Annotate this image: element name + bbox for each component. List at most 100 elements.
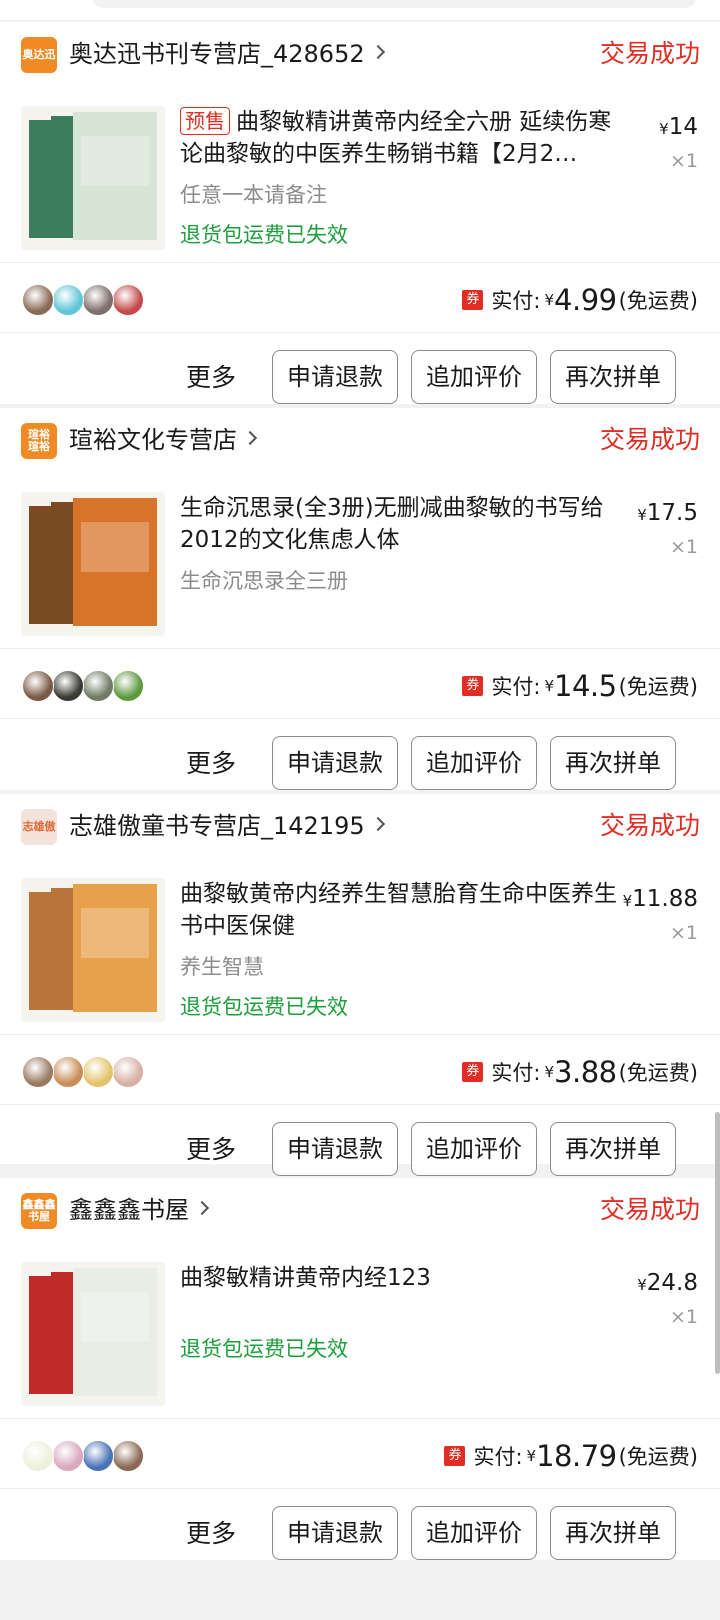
divider (0, 648, 720, 649)
store-name[interactable]: 志雄傲童书专营店_142195 (69, 808, 385, 844)
product-spec: 养生智慧 (180, 955, 264, 979)
add-review-button[interactable]: 追加评价 (411, 1122, 537, 1176)
freight-note: (免运费) (618, 1061, 698, 1085)
return-shipping-note: 退货包运费已失效 (180, 995, 348, 1019)
more-button[interactable]: 更多 (186, 360, 236, 396)
add-review-button[interactable]: 追加评价 (411, 350, 537, 404)
order-status: 交易成功 (599, 425, 700, 454)
product-image[interactable] (21, 1262, 165, 1406)
avatar (82, 670, 114, 702)
freight-note: (免运费) (618, 289, 698, 313)
coupon-badge: 券 (462, 290, 484, 310)
divider (0, 1418, 720, 1419)
product-title[interactable]: 曲黎敏黄帝内经养生智慧胎育生命中医养生书中医保健 (180, 878, 630, 942)
buy-again-button[interactable]: 再次拼单 (550, 1122, 676, 1176)
product-price: ¥17.5 (637, 500, 698, 526)
add-review-button[interactable]: 追加评价 (411, 736, 537, 790)
chevron-right-icon (242, 430, 258, 446)
paid-amount: 4.99 (554, 283, 617, 317)
paid-currency: ¥ (544, 1063, 555, 1081)
product-price: ¥14 (659, 114, 698, 140)
avatar (52, 670, 84, 702)
buy-again-button[interactable]: 再次拼单 (550, 350, 676, 404)
store-logo: 鑫鑫鑫 书屋 (21, 1193, 57, 1229)
product-image[interactable] (21, 492, 165, 636)
coupon-badge: 券 (444, 1446, 466, 1466)
scrollbar[interactable] (715, 1112, 720, 1374)
divider (0, 718, 720, 719)
payment-summary: 券 实付: ¥ 14.5 (免运费) (462, 668, 698, 704)
store-header[interactable]: 志雄傲 志雄傲童书专营店_142195 交易成功 (0, 794, 720, 854)
avatar (112, 1440, 144, 1472)
avatar (22, 284, 54, 316)
order-card: 奥达迅 奥达迅书刊专营店_428652 交易成功 预售 曲黎敏精讲黄帝内经全六册 … (0, 22, 720, 404)
more-button[interactable]: 更多 (186, 1516, 236, 1552)
store-header[interactable]: 瑄裕 瑄裕 瑄裕文化专营店 交易成功 (0, 408, 720, 468)
book-cover-icon (21, 492, 165, 636)
apply-refund-button[interactable]: 申请退款 (272, 350, 398, 404)
product-spec: 任意一本请备注 (180, 183, 327, 207)
buy-again-button[interactable]: 再次拼单 (550, 736, 676, 790)
product-title[interactable]: 生命沉思录(全3册)无删减曲黎敏的书写给2012的文化焦虑人体 (180, 492, 630, 556)
product-title[interactable]: 曲黎敏精讲黄帝内经123 (180, 1262, 630, 1294)
search-input[interactable] (92, 0, 696, 8)
freight-note: (免运费) (618, 1445, 698, 1469)
avatar (52, 1056, 84, 1088)
apply-refund-button[interactable]: 申请退款 (272, 1506, 398, 1560)
more-button[interactable]: 更多 (186, 746, 236, 782)
paid-amount: 14.5 (554, 669, 617, 703)
payment-summary: 券 实付: ¥ 4.99 (免运费) (462, 282, 698, 318)
product-image[interactable] (21, 878, 165, 1022)
product-quantity: ×1 (669, 536, 698, 558)
avatar (112, 670, 144, 702)
coupon-badge: 券 (462, 1062, 484, 1082)
chevron-right-icon (370, 816, 385, 832)
avatar (22, 670, 54, 702)
coupon-badge: 券 (462, 676, 484, 696)
avatar (82, 1440, 114, 1472)
paid-label: 实付: (491, 289, 541, 313)
group-buyer-avatars[interactable] (22, 1440, 162, 1474)
avatar (22, 1056, 54, 1088)
search-bar-area (0, 0, 720, 20)
paid-label: 实付: (473, 1445, 523, 1469)
payment-summary: 券 实付: ¥ 18.79 (免运费) (444, 1438, 698, 1474)
product-price: ¥24.8 (637, 1270, 698, 1296)
group-buyer-avatars[interactable] (22, 1056, 162, 1090)
paid-label: 实付: (491, 675, 541, 699)
payment-summary: 券 实付: ¥ 3.88 (免运费) (462, 1054, 698, 1090)
presale-tag: 预售 (180, 107, 230, 135)
avatar (82, 284, 114, 316)
divider (0, 332, 720, 333)
divider (0, 1034, 720, 1035)
apply-refund-button[interactable]: 申请退款 (272, 736, 398, 790)
group-buyer-avatars[interactable] (22, 284, 162, 318)
paid-currency: ¥ (526, 1447, 537, 1465)
store-name[interactable]: 鑫鑫鑫书屋 (69, 1192, 210, 1228)
apply-refund-button[interactable]: 申请退款 (272, 1122, 398, 1176)
store-header[interactable]: 鑫鑫鑫 书屋 鑫鑫鑫书屋 交易成功 (0, 1178, 720, 1238)
return-shipping-note: 退货包运费已失效 (180, 223, 348, 247)
store-logo: 志雄傲 (21, 809, 57, 845)
product-quantity: ×1 (669, 150, 698, 172)
store-name[interactable]: 瑄裕文化专营店 (69, 422, 258, 458)
product-spec: 生命沉思录全三册 (180, 569, 348, 593)
buy-again-button[interactable]: 再次拼单 (550, 1506, 676, 1560)
store-name[interactable]: 奥达迅书刊专营店_428652 (69, 36, 385, 72)
product-quantity: ×1 (669, 922, 698, 944)
group-buyer-avatars[interactable] (22, 670, 162, 704)
order-card: 鑫鑫鑫 书屋 鑫鑫鑫书屋 交易成功 曲黎敏精讲黄帝内经123 退货包运费已失效 … (0, 1178, 720, 1560)
add-review-button[interactable]: 追加评价 (411, 1506, 537, 1560)
product-image[interactable] (21, 106, 165, 250)
chevron-right-icon (370, 44, 385, 60)
product-title[interactable]: 预售 曲黎敏精讲黄帝内经全六册 延续伤寒论曲黎敏的中医养生畅销书籍【2月2… (180, 106, 630, 170)
return-shipping-note: 退货包运费已失效 (180, 1337, 348, 1361)
avatar (112, 284, 144, 316)
more-button[interactable]: 更多 (186, 1132, 236, 1168)
store-logo: 瑄裕 瑄裕 (21, 423, 57, 459)
freight-note: (免运费) (618, 675, 698, 699)
order-card: 志雄傲 志雄傲童书专营店_142195 交易成功 曲黎敏黄帝内经养生智慧胎育生命… (0, 794, 720, 1176)
store-header[interactable]: 奥达迅 奥达迅书刊专营店_428652 交易成功 (0, 22, 720, 82)
divider (0, 1104, 720, 1105)
paid-amount: 3.88 (554, 1055, 617, 1089)
